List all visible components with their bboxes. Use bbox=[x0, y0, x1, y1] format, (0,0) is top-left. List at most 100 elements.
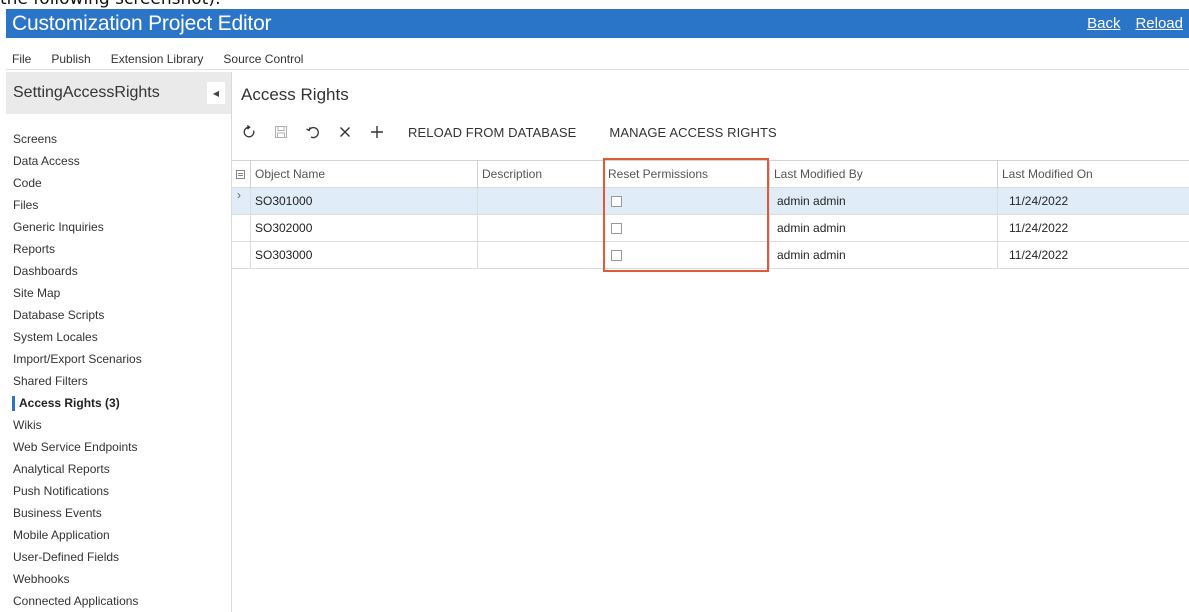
sidebar-item-web-service-endpoints[interactable]: Web Service Endpoints bbox=[6, 436, 231, 458]
sidebar-item-files[interactable]: Files bbox=[6, 194, 231, 216]
save-icon bbox=[275, 126, 287, 138]
grid-toolbar: RELOAD FROM DATABASE MANAGE ACCESS RIGHT… bbox=[241, 120, 803, 144]
table-row[interactable]: SO303000 admin admin 11/24/2022 bbox=[232, 242, 1189, 269]
sidebar-nav-list: Screens Data Access Code Files Generic Inqui… bbox=[6, 114, 231, 612]
menu-extension-library[interactable]: Extension Library bbox=[111, 52, 204, 66]
plus-icon bbox=[371, 126, 383, 138]
sidebar-item-business-events[interactable]: Business Events bbox=[6, 502, 231, 524]
table-row[interactable]: SO302000 admin admin 11/24/2022 bbox=[232, 215, 1189, 242]
save-button[interactable] bbox=[273, 124, 289, 140]
sidebar-item-connected-applications[interactable]: Connected Applications bbox=[6, 590, 231, 612]
close-icon bbox=[340, 127, 350, 137]
cell-last-modified-on[interactable]: 11/24/2022 bbox=[1009, 242, 1068, 269]
sidebar-item-label: Access Rights (3) bbox=[19, 396, 120, 410]
cell-last-modified-by[interactable]: admin admin bbox=[777, 215, 846, 242]
column-header-reset-permissions[interactable]: Reset Permissions bbox=[608, 161, 708, 188]
sidebar-item-shared-filters[interactable]: Shared Filters bbox=[6, 370, 231, 392]
collapse-sidebar-button[interactable]: ◀ bbox=[207, 82, 225, 104]
main-content: Access Rights RELOAD FROM DATABASE MANAG… bbox=[232, 72, 1189, 612]
sidebar-item-label: Analytical Reports bbox=[13, 462, 110, 476]
delete-button[interactable] bbox=[337, 124, 353, 140]
cell-last-modified-by[interactable]: admin admin bbox=[777, 188, 846, 215]
cell-object-name[interactable]: SO303000 bbox=[255, 242, 312, 269]
sidebar-item-label: Code bbox=[13, 176, 42, 190]
sidebar: SettingAccessRights ◀ Screens Data Access… bbox=[6, 72, 232, 612]
cell-object-name[interactable]: SO301000 bbox=[255, 188, 312, 215]
menu-publish[interactable]: Publish bbox=[51, 52, 90, 66]
add-row-button[interactable] bbox=[369, 124, 385, 140]
sidebar-item-reports[interactable]: Reports bbox=[6, 238, 231, 260]
sidebar-item-analytical-reports[interactable]: Analytical Reports bbox=[6, 458, 231, 480]
column-header-description[interactable]: Description bbox=[482, 161, 542, 188]
sidebar-item-code[interactable]: Code bbox=[6, 172, 231, 194]
sidebar-item-label: System Locales bbox=[13, 330, 98, 344]
sidebar-item-label: Database Scripts bbox=[13, 308, 105, 322]
sidebar-item-label: Dashboards bbox=[13, 264, 78, 278]
sidebar-item-label: Webhooks bbox=[13, 572, 70, 586]
manage-access-rights-button[interactable]: MANAGE ACCESS RIGHTS bbox=[609, 125, 776, 140]
row-selector-chevron-icon[interactable]: › bbox=[237, 188, 241, 202]
sidebar-item-generic-inquiries[interactable]: Generic Inquiries bbox=[6, 216, 231, 238]
sidebar-item-site-map[interactable]: Site Map bbox=[6, 282, 231, 304]
column-chooser-icon[interactable] bbox=[236, 170, 245, 179]
reset-permissions-checkbox[interactable] bbox=[611, 250, 622, 261]
sidebar-item-label: User-Defined Fields bbox=[13, 550, 120, 564]
undo-icon bbox=[306, 126, 319, 139]
refresh-icon bbox=[243, 125, 255, 138]
sidebar-item-user-defined-fields[interactable]: User-Defined Fields bbox=[6, 546, 231, 568]
sidebar-item-label: Web Service Endpoints bbox=[13, 440, 138, 454]
sidebar-item-label: Shared Filters bbox=[13, 374, 88, 388]
undo-button[interactable] bbox=[305, 124, 321, 140]
cell-last-modified-by[interactable]: admin admin bbox=[777, 242, 846, 269]
sidebar-item-dashboards[interactable]: Dashboards bbox=[6, 260, 231, 282]
reset-permissions-checkbox[interactable] bbox=[611, 196, 622, 207]
reload-from-database-button[interactable]: RELOAD FROM DATABASE bbox=[408, 125, 576, 140]
column-header-last-modified-by[interactable]: Last Modified By bbox=[774, 161, 863, 188]
cell-last-modified-on[interactable]: 11/24/2022 bbox=[1009, 188, 1068, 215]
sidebar-item-system-locales[interactable]: System Locales bbox=[6, 326, 231, 348]
column-header-object-name[interactable]: Object Name bbox=[255, 161, 325, 188]
column-header-last-modified-on[interactable]: Last Modified On bbox=[1002, 161, 1093, 188]
sidebar-item-label: Generic Inquiries bbox=[13, 220, 104, 234]
grid-body: › SO301000 admin admin 11/24/2022 SO302000 ad… bbox=[232, 188, 1189, 269]
sidebar-item-screens[interactable]: Screens bbox=[6, 128, 231, 150]
sidebar-header: SettingAccessRights ◀ bbox=[6, 72, 231, 114]
sidebar-item-label: Reports bbox=[13, 242, 56, 256]
sidebar-item-mobile-application[interactable]: Mobile Application bbox=[6, 524, 231, 546]
sidebar-item-label: Wikis bbox=[13, 418, 42, 432]
caption-text: the following screenshot): bbox=[0, 0, 221, 9]
app-title: Customization Project Editor bbox=[12, 11, 272, 35]
menu-file[interactable]: File bbox=[12, 52, 31, 66]
sidebar-item-label: Screens bbox=[13, 132, 58, 146]
sidebar-item-access-rights-3[interactable]: Access Rights (3) bbox=[6, 392, 231, 414]
sidebar-item-label: Import/Export Scenarios bbox=[13, 352, 142, 366]
active-indicator bbox=[12, 396, 15, 411]
sidebar-item-label: Files bbox=[13, 198, 39, 212]
table-row[interactable]: › SO301000 admin admin 11/24/2022 bbox=[232, 188, 1189, 215]
cell-last-modified-on[interactable]: 11/24/2022 bbox=[1009, 215, 1068, 242]
grid-header-row: Object Name Description Reset Permission… bbox=[232, 161, 1189, 188]
back-link[interactable]: Back bbox=[1087, 15, 1120, 32]
caret-left-icon: ◀ bbox=[212, 88, 220, 98]
sidebar-item-label: Connected Applications bbox=[13, 594, 139, 608]
sidebar-item-label: Data Access bbox=[13, 154, 80, 168]
menu-source-control[interactable]: Source Control bbox=[223, 52, 303, 66]
sidebar-item-data-access[interactable]: Data Access bbox=[6, 150, 231, 172]
reload-link[interactable]: Reload bbox=[1135, 15, 1183, 32]
sidebar-item-push-notifications[interactable]: Push Notifications bbox=[6, 480, 231, 502]
cell-object-name[interactable]: SO302000 bbox=[255, 215, 312, 242]
page-title: Access Rights bbox=[241, 85, 349, 104]
project-name: SettingAccessRights bbox=[13, 84, 160, 101]
sidebar-item-database-scripts[interactable]: Database Scripts bbox=[6, 304, 231, 326]
menu-bar: File Publish Extension Library Source Co… bbox=[6, 48, 1189, 70]
sidebar-item-label: Push Notifications bbox=[13, 484, 110, 498]
app-titlebar: Customization Project Editor Back Reload bbox=[6, 9, 1189, 38]
sidebar-item-label: Mobile Application bbox=[13, 528, 110, 542]
sidebar-item-webhooks[interactable]: Webhooks bbox=[6, 568, 231, 590]
sidebar-item-wikis[interactable]: Wikis bbox=[6, 414, 231, 436]
sidebar-item-import-export-scenarios[interactable]: Import/Export Scenarios bbox=[6, 348, 231, 370]
sidebar-item-label: Site Map bbox=[13, 286, 61, 300]
sidebar-item-label: Business Events bbox=[13, 506, 102, 520]
refresh-button[interactable] bbox=[241, 124, 257, 140]
reset-permissions-checkbox[interactable] bbox=[611, 223, 622, 234]
